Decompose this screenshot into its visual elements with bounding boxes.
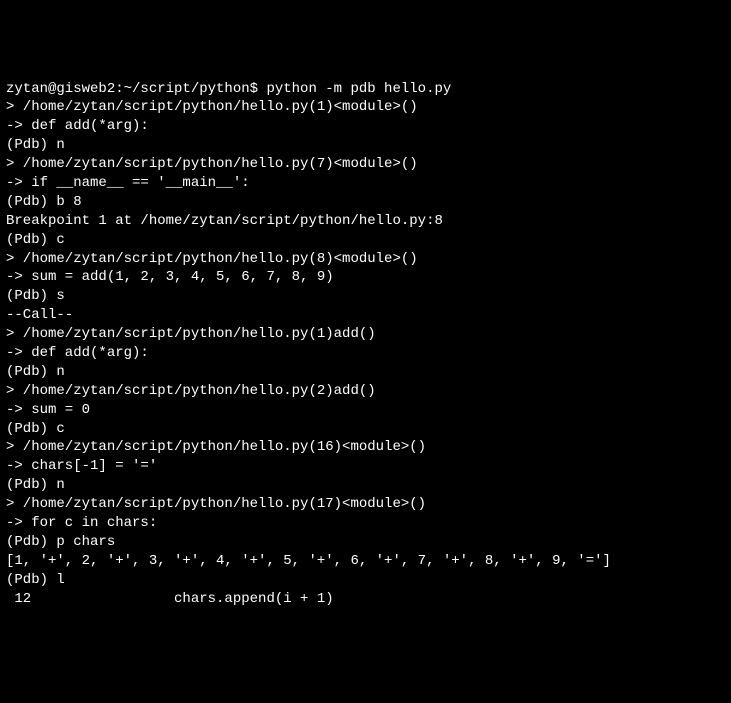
terminal-line: (Pdb) c [6, 231, 725, 250]
terminal-line: > /home/zytan/script/python/hello.py(2)a… [6, 382, 725, 401]
terminal-line: Breakpoint 1 at /home/zytan/script/pytho… [6, 212, 725, 231]
terminal-line: > /home/zytan/script/python/hello.py(8)<… [6, 250, 725, 269]
terminal-line: > /home/zytan/script/python/hello.py(16)… [6, 438, 725, 457]
terminal-line: > /home/zytan/script/python/hello.py(1)a… [6, 325, 725, 344]
terminal-line: (Pdb) n [6, 476, 725, 495]
terminal-line: > /home/zytan/script/python/hello.py(17)… [6, 495, 725, 514]
terminal-line: (Pdb) c [6, 420, 725, 439]
terminal-line: (Pdb) n [6, 363, 725, 382]
terminal-line: [1, '+', 2, '+', 3, '+', 4, '+', 5, '+',… [6, 552, 725, 571]
terminal-line: -> sum = 0 [6, 401, 725, 420]
terminal-line: > /home/zytan/script/python/hello.py(1)<… [6, 98, 725, 117]
terminal-line: -> def add(*arg): [6, 117, 725, 136]
terminal-line: (Pdb) s [6, 287, 725, 306]
terminal-line: -> if __name__ == '__main__': [6, 174, 725, 193]
terminal-output[interactable]: zytan@gisweb2:~/script/python$ python -m… [6, 80, 725, 609]
terminal-line: > /home/zytan/script/python/hello.py(7)<… [6, 155, 725, 174]
terminal-line: (Pdb) b 8 [6, 193, 725, 212]
terminal-line: -> chars[-1] = '=' [6, 457, 725, 476]
terminal-line: (Pdb) p chars [6, 533, 725, 552]
terminal-line: --Call-- [6, 306, 725, 325]
terminal-line: 12 chars.append(i + 1) [6, 590, 725, 609]
terminal-line: -> def add(*arg): [6, 344, 725, 363]
terminal-line: (Pdb) l [6, 571, 725, 590]
terminal-line: zytan@gisweb2:~/script/python$ python -m… [6, 80, 725, 99]
terminal-line: -> for c in chars: [6, 514, 725, 533]
terminal-line: (Pdb) n [6, 136, 725, 155]
terminal-line: -> sum = add(1, 2, 3, 4, 5, 6, 7, 8, 9) [6, 268, 725, 287]
